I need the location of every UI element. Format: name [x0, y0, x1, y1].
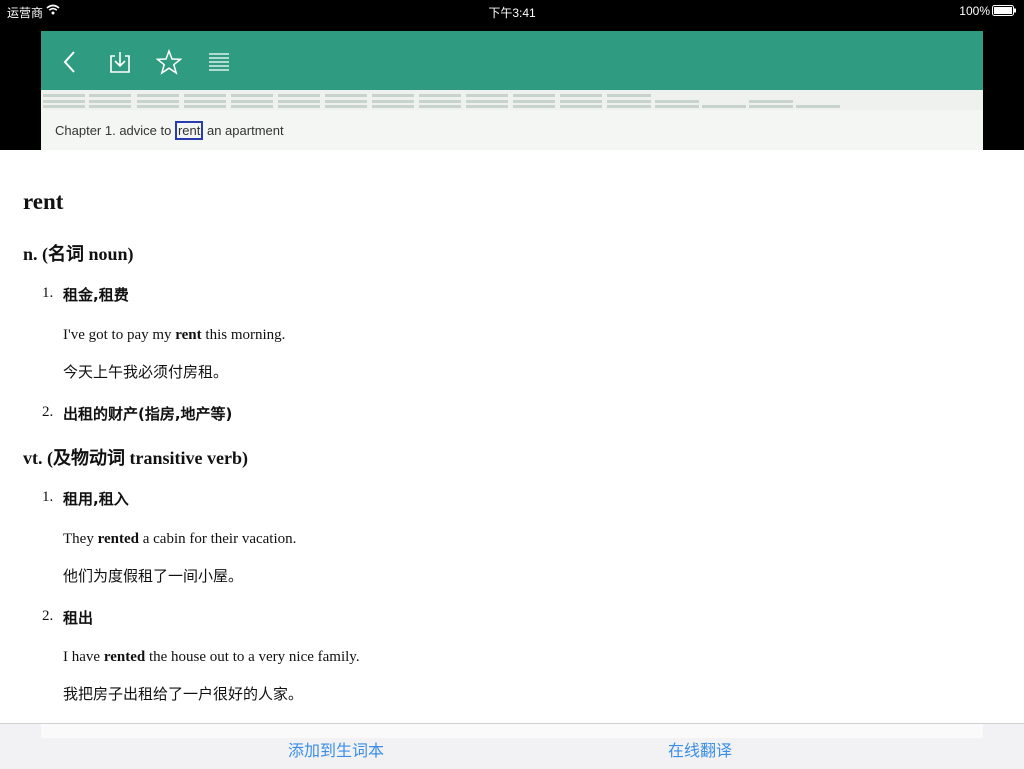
- sense-definition: 租用,租入: [63, 490, 129, 508]
- progress-segment: [560, 94, 602, 97]
- part-of-speech-noun: n. (名词 noun): [23, 244, 134, 264]
- headword: rent: [23, 189, 64, 214]
- star-icon: [156, 49, 182, 75]
- progress-segment: [372, 100, 414, 103]
- progress-segment: [466, 105, 508, 108]
- progress-segment: [231, 100, 273, 103]
- progress-segment: [137, 100, 179, 103]
- progress-segment: [419, 100, 461, 103]
- progress-segment: [325, 100, 367, 103]
- example-keyword: rented: [103, 649, 146, 665]
- progress-segment: [513, 100, 555, 103]
- list-icon: [209, 53, 229, 71]
- page-progress-strip: [41, 90, 983, 110]
- progress-segment: [43, 100, 85, 103]
- download-button[interactable]: [107, 49, 133, 75]
- progress-segment: [419, 94, 461, 97]
- progress-segment: [466, 94, 508, 97]
- progress-segment: [560, 105, 602, 108]
- progress-segment: [325, 105, 367, 108]
- selected-word[interactable]: rent: [174, 121, 204, 140]
- progress-segment: [43, 94, 85, 97]
- progress-segment: [372, 94, 414, 97]
- sense-number: 1.: [42, 489, 54, 505]
- sense-number: 2.: [42, 404, 54, 420]
- example-text: the house out to a very nice family.: [145, 649, 360, 665]
- example-keyword: rented: [97, 531, 139, 547]
- progress-segment: [231, 94, 273, 97]
- battery-percent: 100%: [959, 4, 990, 18]
- contents-button[interactable]: [206, 49, 232, 75]
- example-sentence: I've got to pay my rent this morning.: [63, 327, 285, 344]
- progress-segment: [702, 105, 746, 108]
- add-to-wordbook-button[interactable]: 添加到生词本: [288, 737, 384, 761]
- reader-panel-edge: [41, 724, 983, 738]
- back-button[interactable]: [58, 49, 84, 75]
- progress-segment: [513, 94, 555, 97]
- progress-segment: [184, 94, 226, 97]
- chapter-title: Chapter 1. advice to rent an apartment: [55, 121, 284, 140]
- progress-segment: [89, 100, 131, 103]
- progress-segment: [43, 105, 85, 108]
- back-icon: [63, 51, 75, 73]
- progress-segment: [278, 94, 320, 97]
- status-time: 下午3:41: [488, 6, 536, 20]
- progress-segment: [607, 105, 651, 108]
- progress-segment: [231, 105, 273, 108]
- download-icon: [110, 52, 130, 73]
- example-keyword: rent: [175, 327, 202, 343]
- progress-segment: [278, 100, 320, 103]
- sense-number: 1.: [42, 285, 54, 301]
- sense-definition: 租出: [63, 609, 94, 627]
- progress-segment: [325, 94, 367, 97]
- progress-segment: [466, 100, 508, 103]
- progress-segment: [419, 105, 461, 108]
- progress-segment: [184, 100, 226, 103]
- progress-segment: [607, 100, 651, 103]
- part-of-speech-verb: vt. (及物动词 transitive verb): [23, 448, 248, 468]
- progress-segment: [749, 105, 793, 108]
- favorite-button[interactable]: [156, 49, 182, 75]
- example-text: They: [63, 531, 98, 547]
- reader-panel: Chapter 1. advice to rent an apartment: [41, 31, 983, 150]
- status-bar: 运营商 下午3:41 100%: [0, 0, 1024, 22]
- progress-segment: [560, 100, 602, 103]
- example-translation: 我把房子出租给了一户很好的人家。: [63, 685, 304, 703]
- progress-segment: [372, 105, 414, 108]
- battery-icon: [992, 5, 1016, 19]
- sense-definition: 租金,租费: [63, 286, 129, 304]
- chapter-text-after: an apartment: [203, 123, 284, 138]
- bottom-action-bar: 添加到生词本 在线翻译: [0, 723, 1024, 769]
- example-sentence: They rented a cabin for their vacation.: [63, 531, 296, 548]
- sense-definition: 出租的财产(指房,地产等): [63, 405, 233, 423]
- progress-segment: [137, 105, 179, 108]
- progress-segment: [749, 100, 793, 103]
- example-text: a cabin for their vacation.: [138, 531, 297, 547]
- progress-segment: [278, 105, 320, 108]
- example-sentence: I have rented the house out to a very ni…: [63, 649, 360, 666]
- example-translation: 今天上午我必须付房租。: [63, 363, 229, 381]
- progress-segment: [655, 105, 699, 108]
- progress-segment: [89, 105, 131, 108]
- progress-segment: [89, 94, 131, 97]
- progress-segment: [655, 100, 699, 103]
- progress-segment: [184, 105, 226, 108]
- dictionary-panel: rent n. (名词 noun) 1. 租金,租费 I've got to p…: [0, 150, 1024, 723]
- progress-segment: [137, 94, 179, 97]
- progress-segment: [513, 105, 555, 108]
- example-text: I have: [63, 649, 104, 665]
- example-translation: 他们为度假租了一间小屋。: [63, 567, 244, 585]
- reader-toolbar: [41, 31, 983, 90]
- progress-segment: [796, 105, 840, 108]
- example-text: this morning.: [201, 327, 286, 343]
- example-text: I've got to pay my: [63, 327, 176, 343]
- online-translate-button[interactable]: 在线翻译: [668, 737, 732, 761]
- chapter-text-before: Chapter 1. advice to: [55, 123, 175, 138]
- sense-number: 2.: [42, 608, 54, 624]
- progress-segment: [607, 94, 651, 97]
